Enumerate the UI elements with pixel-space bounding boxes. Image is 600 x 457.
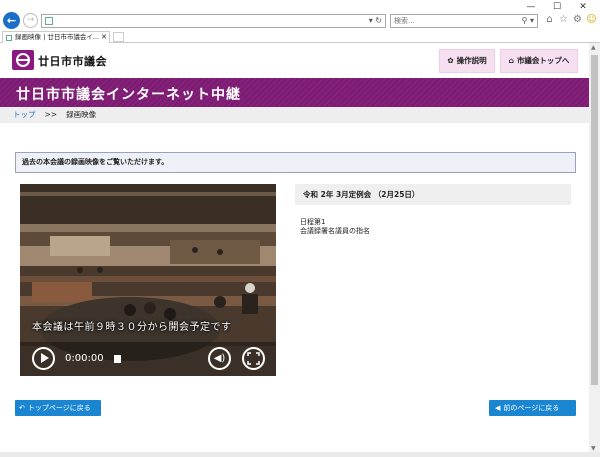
city-emblem-icon [12,50,34,70]
minimize-button[interactable]: — [518,1,544,13]
video-player[interactable]: 本会議は午前９時３０分から開会予定です 0:00:00 ◀) [20,184,276,376]
close-window-button[interactable]: ✕ [570,1,596,13]
back-to-previous-page-button[interactable]: ◀ 前のページに戻る [489,400,576,416]
speaker-icon: ◀) [213,353,226,364]
forward-arrow-icon: → [26,15,35,25]
browser-icons: ⌂ ☆ ⚙ ☺ [544,14,597,26]
info-notice-text: 過去の本会議の録画映像をご覧いただけます。 [22,158,169,166]
fullscreen-button[interactable] [242,347,265,370]
maximize-button[interactable]: ☐ [544,1,570,13]
info-notice: 過去の本会議の録画映像をご覧いただけます。 [15,152,576,173]
left-triangle-icon: ◀ [495,404,501,412]
session-title-box: 令和 2年 3月定例会 （2月25日） [295,184,571,205]
horizontal-scrollbar[interactable] [0,452,600,457]
back-to-previous-label: 前のページに戻る [503,404,560,412]
tab-close-icon[interactable]: ✕ [101,32,107,43]
site-logo-text[interactable]: 廿日市市議会 [38,53,107,69]
scrollbar-thumb[interactable] [591,55,598,385]
search-icon[interactable]: ⚲ ▾ [522,15,534,27]
browser-tab-recorded-video[interactable]: 録画映像 | 廿日市市議会イ... ✕ [2,31,110,43]
playback-time: 0:00:00 [65,353,104,364]
browser-search-box[interactable]: ⚲ ▾ [390,14,538,28]
back-to-top-label: トップページに戻る [27,404,91,412]
fullscreen-icon [247,352,260,365]
title-band: 廿日市市議会インターネット中継 [0,78,589,107]
site-header: 廿日市市議会 ✿ 操作説明 ⌂ 市議会トップへ [0,43,589,78]
address-tools[interactable]: ▾ ↻ [369,15,382,27]
breadcrumb: トップ >> 録画映像 [0,107,589,123]
feedback-smiley-icon[interactable]: ☺ [586,14,597,26]
gear-icon: ✿ [447,56,454,65]
help-button[interactable]: ✿ 操作説明 [439,49,495,73]
page-title: 廿日市市議会インターネット中継 [16,87,241,103]
session-title: 令和 2年 3月定例会 （2月25日） [303,190,420,199]
tab-title: 録画映像 | 廿日市市議会イ... [15,33,100,41]
browser-search-input[interactable] [391,15,501,27]
agenda-item[interactable]: 会議録署名議員の指名 [300,226,370,236]
volume-button[interactable]: ◀) [208,347,231,370]
tab-favicon-icon [6,35,12,41]
council-top-button[interactable]: ⌂ 市議会トップへ [500,49,578,73]
breadcrumb-home-link[interactable]: トップ [13,110,36,119]
home-icon[interactable]: ⌂ [544,14,555,26]
settings-gear-icon[interactable]: ⚙ [572,14,583,26]
scroll-down-icon[interactable]: ▼ [591,445,596,452]
vertical-scrollbar[interactable]: ▲ ▼ [589,43,600,453]
back-to-top-page-button[interactable]: ↶ トップページに戻る [15,400,101,416]
address-bar[interactable]: ▾ ↻ [41,14,386,28]
home-icon: ⌂ [508,56,514,65]
tab-strip: 録画映像 | 廿日市市議会イ... ✕ [0,30,600,43]
video-controls: 0:00:00 ◀) [20,342,276,376]
council-top-label: 市議会トップへ [516,56,570,65]
video-caption: 本会議は午前９時３０分から開会予定です [32,322,232,333]
favorites-star-icon[interactable]: ☆ [558,14,569,26]
window-controls: — ☐ ✕ [518,1,596,13]
new-tab-button[interactable] [113,32,124,42]
play-button[interactable] [32,347,55,370]
forward-button[interactable]: → [23,13,38,28]
return-arrow-icon: ↶ [19,404,25,412]
help-button-label: 操作説明 [456,56,487,65]
page-favicon-icon [45,17,53,25]
back-arrow-icon: ← [6,14,17,27]
scroll-up-icon[interactable]: ▲ [591,44,596,51]
web-page: 廿日市市議会 ✿ 操作説明 ⌂ 市議会トップへ 廿日市市議会インターネット中継 トッ… [0,43,589,453]
breadcrumb-current: 録画映像 [66,110,97,119]
seek-handle[interactable] [114,355,121,363]
browser-toolbar: — ☐ ✕ ← → ▾ ↻ ⚲ ▾ ⌂ ☆ ⚙ ☺ [0,0,600,30]
back-button[interactable]: ← [3,12,20,29]
breadcrumb-separator: >> [44,110,58,119]
